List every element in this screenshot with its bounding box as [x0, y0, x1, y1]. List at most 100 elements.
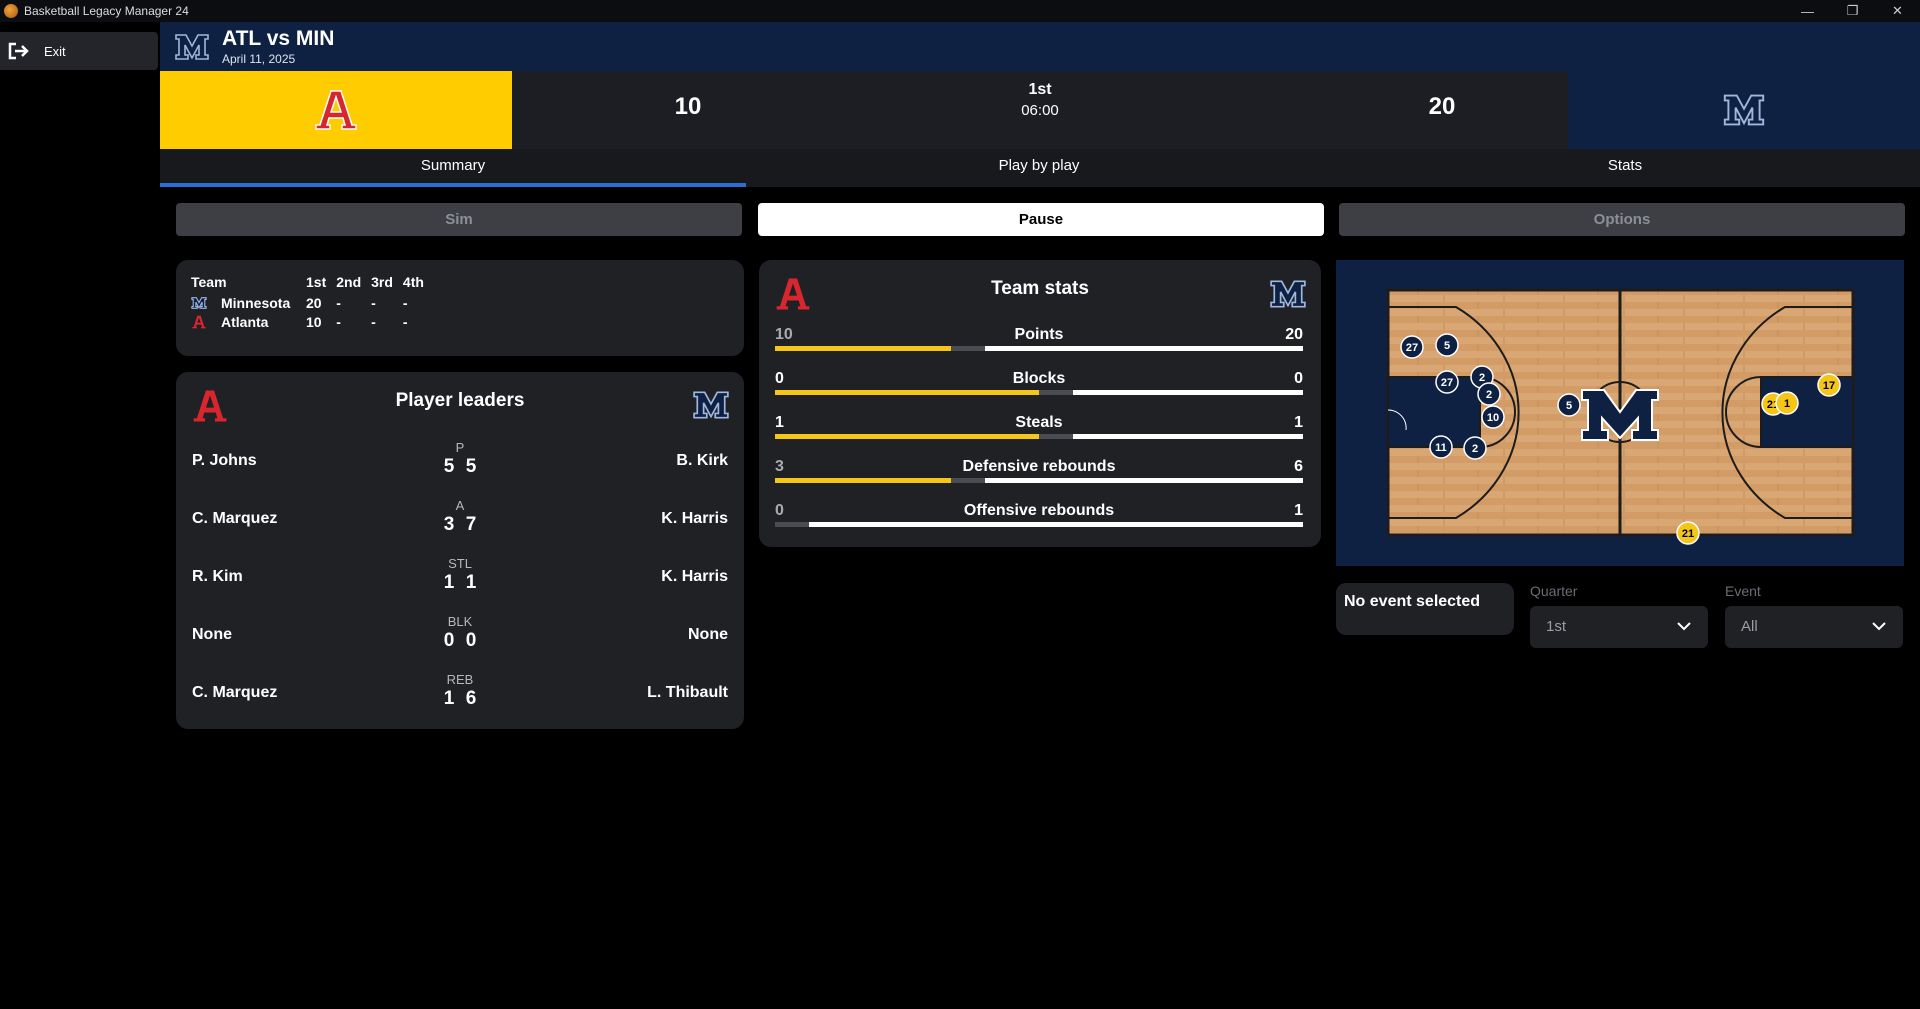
leader-category: A	[455, 498, 465, 513]
away-player-marker[interactable]: 10	[1481, 405, 1505, 429]
options-button[interactable]: Options	[1339, 203, 1905, 236]
event-label: Event	[1725, 583, 1761, 599]
stat-name: Points	[1014, 326, 1064, 343]
stat-bar-home	[775, 346, 951, 351]
away-player-marker[interactable]: 11	[1429, 435, 1453, 459]
pause-button[interactable]: Pause	[758, 203, 1324, 236]
stat-bar-home	[775, 390, 1039, 395]
away-player-marker[interactable]: 2	[1477, 382, 1501, 406]
away-player-marker[interactable]: 5	[1557, 393, 1581, 417]
stat-bar	[775, 522, 1303, 528]
leader-values: 55	[410, 456, 510, 478]
away-stat-value: 20	[1285, 326, 1303, 343]
scoreboard: 10 1st 06:00 20	[160, 71, 1920, 149]
leader-values: 00	[410, 630, 510, 652]
away-score: 20	[1428, 93, 1456, 120]
away-leader-value: 0	[465, 630, 477, 651]
away-player-marker[interactable]: 27	[1435, 370, 1459, 394]
away-player-marker[interactable]: 2	[1463, 436, 1487, 460]
svg-text:27: 27	[1406, 342, 1418, 354]
team-name: Minnesota	[221, 295, 291, 311]
quarter-scores-card: Team 1st 2nd 3rd 4th Minnesota 20 - - - …	[176, 260, 744, 356]
stat-bar-home	[775, 434, 1039, 439]
team-stat-row: 1 Steals 1	[775, 414, 1303, 458]
home-score: 10	[674, 93, 702, 120]
sim-button[interactable]: Sim	[176, 203, 742, 236]
away-team-block	[1568, 71, 1920, 149]
leader-category: BLK	[447, 614, 473, 629]
stat-bar	[775, 478, 1303, 484]
col-header: 4th	[402, 274, 424, 290]
svg-text:27: 27	[1441, 377, 1453, 389]
stat-name: Defensive rebounds	[962, 458, 1116, 475]
minimize-button[interactable]: —	[1785, 0, 1830, 22]
stat-name: Offensive rebounds	[963, 502, 1115, 519]
away-leader-name: L. Thibault	[647, 684, 728, 701]
away-player-marker[interactable]: 5	[1435, 333, 1459, 357]
away-stat-value: 0	[1294, 370, 1303, 387]
home-player-marker[interactable]: 21	[1676, 521, 1700, 545]
maximize-button[interactable]: ❐	[1830, 0, 1875, 22]
tab-summary[interactable]: Summary	[160, 149, 746, 187]
chevron-down-icon	[1872, 622, 1886, 631]
q3-score: -	[371, 295, 376, 311]
q2-score: -	[336, 295, 341, 311]
away-stat-value: 1	[1294, 414, 1303, 431]
leader-row-rebounds: C. Marquez REB 16 L. Thibault	[176, 672, 744, 722]
event-select[interactable]: All	[1725, 606, 1903, 648]
stat-bar	[775, 434, 1303, 440]
quarter-label: Quarter	[1530, 583, 1578, 599]
svg-text:1: 1	[1784, 398, 1790, 410]
leader-row-points: P. Johns P 55 B. Kirk	[176, 440, 744, 490]
game-title: ATL vs MIN	[222, 26, 335, 50]
player-leaders-title: Player leaders	[395, 390, 525, 411]
stat-bar	[775, 390, 1303, 396]
leader-values: 16	[410, 688, 510, 710]
app-icon	[4, 4, 18, 18]
stat-bar-away	[809, 522, 1303, 527]
home-leader-value: 5	[443, 456, 455, 477]
tab-play-by-play[interactable]: Play by play	[746, 149, 1332, 187]
exit-button[interactable]: Exit	[0, 32, 158, 70]
q2-score: -	[336, 314, 341, 330]
game-header: ATL vs MIN April 11, 2025	[160, 22, 1920, 71]
stat-bar-away	[1073, 434, 1303, 439]
table-row: Minnesota 20 - - -	[191, 294, 434, 313]
home-team-block	[160, 71, 512, 149]
event-select-value: All	[1741, 618, 1758, 635]
team-stat-row: 0 Offensive rebounds 1	[775, 502, 1303, 546]
leader-row-steals: R. Kim STL 11 K. Harris	[176, 556, 744, 606]
away-player-marker[interactable]: 27	[1400, 335, 1424, 359]
minnesota-logo	[1723, 94, 1765, 126]
leader-category: STL	[448, 556, 472, 571]
stat-name: Steals	[1015, 414, 1063, 431]
period-label: 1st	[1028, 81, 1052, 98]
q3-score: -	[371, 314, 376, 330]
minnesota-logo	[191, 297, 207, 310]
stat-name: Blocks	[1012, 370, 1066, 387]
stat-bar-track	[775, 522, 809, 527]
stat-bar-home	[775, 478, 951, 483]
svg-text:2: 2	[1479, 372, 1485, 384]
court-diagram: 27 527 2210511 21721 121	[1386, 288, 1855, 545]
svg-text:17: 17	[1823, 380, 1835, 392]
close-button[interactable]: ✕	[1875, 0, 1920, 22]
away-leader-name: K. Harris	[661, 568, 728, 585]
leader-category: REB	[446, 672, 474, 687]
away-leader-name: B. Kirk	[676, 452, 728, 469]
quarter-select[interactable]: 1st	[1530, 606, 1708, 648]
leader-row-assists: C. Marquez A 37 K. Harris	[176, 498, 744, 548]
q1-score: 20	[306, 295, 322, 311]
col-header: 2nd	[336, 274, 362, 290]
atlanta-logo	[192, 315, 206, 329]
home-leader-name: P. Johns	[192, 452, 257, 469]
court-view[interactable]: 27 5 27 2 2 10 5 11 2 17 21 1 21	[1336, 260, 1904, 566]
home-player-marker[interactable]: 1	[1775, 391, 1799, 415]
home-player-marker[interactable]: 17	[1817, 373, 1841, 397]
exit-label: Exit	[44, 43, 66, 59]
sidebar: Exit	[0, 22, 160, 1009]
away-stat-value: 1	[1294, 502, 1303, 519]
col-header: 3rd	[371, 274, 393, 290]
q4-score: -	[402, 314, 408, 330]
tab-stats[interactable]: Stats	[1332, 149, 1918, 187]
